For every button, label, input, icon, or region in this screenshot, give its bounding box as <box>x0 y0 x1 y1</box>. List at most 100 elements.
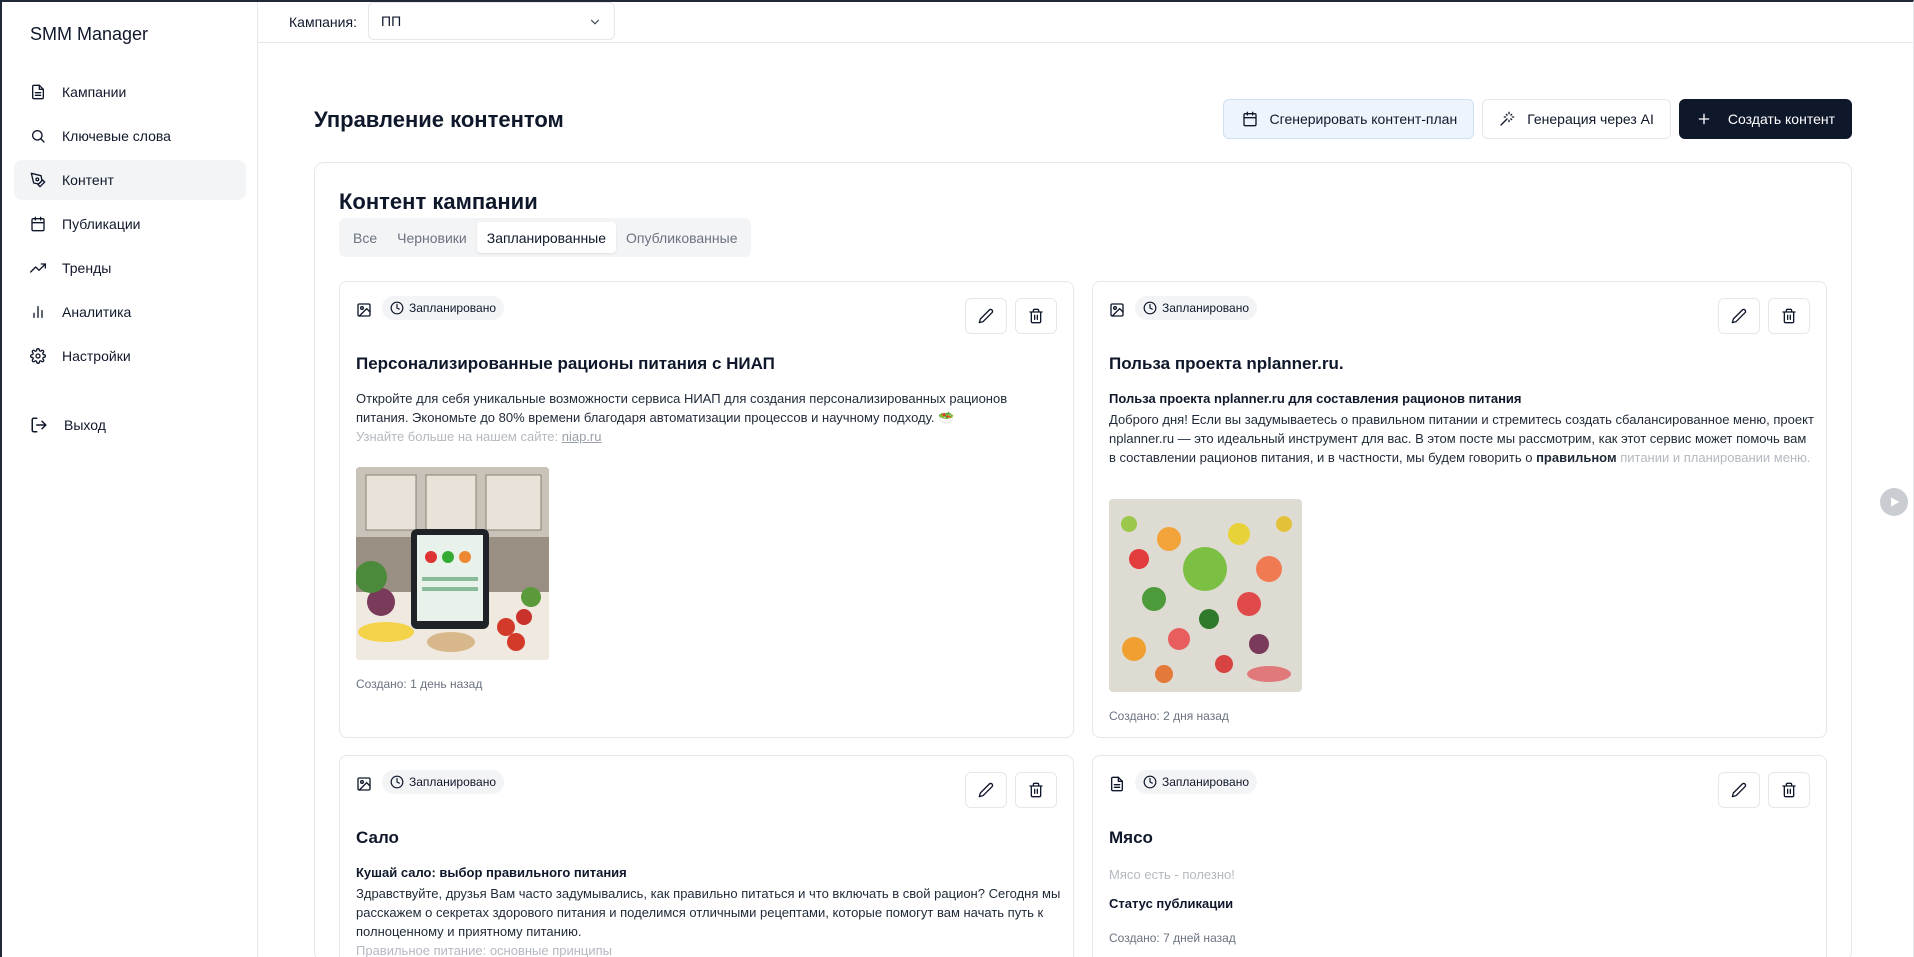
floating-play-button[interactable] <box>1880 488 1908 516</box>
gear-icon <box>30 348 46 364</box>
sidebar-item-label: Публикации <box>62 216 141 232</box>
created-at: Создано: 1 день назад <box>356 677 483 691</box>
logout-label: Выход <box>64 417 106 433</box>
text-file-icon <box>1111 776 1123 792</box>
sidebar-item-settings[interactable]: Настройки <box>14 336 246 376</box>
content-panel: Контент кампании Все Черновики Запланиро… <box>314 162 1852 957</box>
sidebar-item-label: Аналитика <box>62 304 132 320</box>
edit-button[interactable] <box>965 772 1007 808</box>
card-body-bold: правильном <box>1536 450 1617 465</box>
chevron-down-icon <box>590 19 600 25</box>
trash-icon <box>1029 782 1043 798</box>
content-card: Запланировано Персонализированные рацион… <box>339 281 1074 738</box>
content-tabs: Все Черновики Запланированные Опубликова… <box>339 218 752 257</box>
card-title: Мясо <box>1109 828 1153 847</box>
play-icon <box>1891 497 1900 507</box>
delete-button[interactable] <box>1015 772 1057 808</box>
plus-icon <box>1698 113 1710 125</box>
content-card: Запланировано Сало Кушай сало: выбор пра… <box>339 755 1074 957</box>
card-body-text: Здравствуйте, друзья Вам часто задумывал… <box>356 886 1061 939</box>
status-badge-label: Запланировано <box>409 775 496 789</box>
pencil-icon <box>1731 308 1747 324</box>
sidebar-item-content[interactable]: Контент <box>14 160 246 200</box>
card-body-faded: питании и планировании меню. <box>1620 450 1811 465</box>
card-body: Мясо есть - полезно! <box>1109 865 1814 884</box>
pencil-icon <box>978 308 994 324</box>
sidebar-item-campaigns[interactable]: Кампании <box>14 72 246 112</box>
card-body-text: Откройте для себя уникальные возможности… <box>356 391 1008 425</box>
calendar-icon <box>30 216 46 232</box>
ai-generate-label: Генерация через AI <box>1527 111 1654 127</box>
sidebar-item-label: Тренды <box>62 260 112 276</box>
logout-icon <box>30 416 48 434</box>
card-title: Сало <box>356 828 399 847</box>
campaign-label: Кампания: <box>289 14 357 30</box>
sidebar-item-label: Настройки <box>62 348 131 364</box>
sidebar-item-publications[interactable]: Публикации <box>14 204 246 244</box>
header-actions: Сгенерировать контент-план Генерация чер… <box>1222 99 1852 139</box>
delete-button[interactable] <box>1015 298 1057 334</box>
status-badge: Запланировано <box>1135 296 1257 320</box>
card-image <box>356 467 549 660</box>
delete-button[interactable] <box>1768 772 1810 808</box>
card-subtitle: Кушай сало: выбор правильного питания <box>356 865 627 880</box>
sidebar-item-trends[interactable]: Тренды <box>14 248 246 288</box>
create-content-label: Создать контент <box>1727 111 1835 127</box>
status-badge-label: Запланировано <box>409 301 496 315</box>
campaign-select-value: ПП <box>381 13 402 29</box>
image-icon <box>357 777 371 791</box>
sidebar-item-label: Контент <box>62 172 114 188</box>
card-body-faded: Узнайте больше на нашем сайте: niap.ru <box>356 429 601 444</box>
card-image <box>1109 499 1302 692</box>
campaign-select[interactable]: ПП <box>368 2 615 40</box>
card-body-link[interactable]: niap.ru <box>562 429 602 444</box>
calendar-icon <box>1242 111 1257 127</box>
pencil-icon <box>978 782 994 798</box>
delete-button[interactable] <box>1768 298 1810 334</box>
edit-button[interactable] <box>1718 772 1760 808</box>
logout-button[interactable]: Выход <box>30 416 106 434</box>
card-body-faded: Правильное питание: основные принципы <box>356 943 613 957</box>
generate-content-plan-button[interactable]: Сгенерировать контент-план <box>1222 99 1475 139</box>
card-body-faded: Мясо есть - полезно! <box>1109 867 1235 882</box>
clock-icon <box>390 775 404 789</box>
sidebar-item-keywords[interactable]: Ключевые слова <box>14 116 246 156</box>
edit-button[interactable] <box>965 298 1007 334</box>
sidebar-item-label: Кампании <box>62 84 127 100</box>
card-body: Доброго дня! Если вы задумываетесь о пра… <box>1109 410 1814 467</box>
status-badge-label: Запланировано <box>1162 301 1249 315</box>
clock-icon <box>1143 301 1157 315</box>
search-icon <box>30 128 46 144</box>
page-title: Управление контентом <box>314 107 564 132</box>
created-at: Создано: 2 дня назад <box>1109 709 1229 723</box>
status-badge: Запланировано <box>382 770 504 794</box>
publication-status-label: Статус публикации <box>1109 896 1234 911</box>
status-badge: Запланировано <box>1135 770 1257 794</box>
magic-wand-icon <box>1500 111 1515 126</box>
trash-icon <box>1782 308 1796 324</box>
card-subtitle: Польза проекта nplanner.ru для составлен… <box>1109 391 1522 406</box>
topbar: Кампания: ПП <box>258 2 1913 43</box>
app-title: SMM Manager <box>30 24 149 44</box>
tab-drafts[interactable]: Черновики <box>387 222 477 253</box>
card-body-faded-text: Узнайте больше на нашем сайте: <box>356 429 562 444</box>
sidebar-item-analytics[interactable]: Аналитика <box>14 292 246 332</box>
clock-icon <box>390 301 404 315</box>
card-body: Здравствуйте, друзья Вам часто задумывал… <box>356 884 1061 957</box>
card-title: Польза проекта nplanner.ru. <box>1109 354 1344 373</box>
tab-published[interactable]: Опубликованные <box>616 222 747 253</box>
panel-title: Контент кампании <box>339 189 538 214</box>
ai-generate-button[interactable]: Генерация через AI <box>1482 99 1671 139</box>
create-content-button[interactable]: Создать контент <box>1678 99 1852 139</box>
generate-content-plan-label: Сгенерировать контент-план <box>1269 111 1458 127</box>
content-card: Запланировано Мясо Мясо есть - полезно! … <box>1092 755 1827 957</box>
tab-scheduled[interactable]: Запланированные <box>476 222 617 253</box>
sidebar-nav: Кампании Ключевые слова Контент Публикац… <box>14 72 246 380</box>
card-title: Персонализированные рационы питания с НИ… <box>356 354 775 373</box>
card-body: Откройте для себя уникальные возможности… <box>356 389 1061 446</box>
trending-up-icon <box>30 260 46 276</box>
edit-button[interactable] <box>1718 298 1760 334</box>
tab-all[interactable]: Все <box>343 222 387 253</box>
pen-tool-icon <box>30 172 46 188</box>
clock-icon <box>1143 775 1157 789</box>
